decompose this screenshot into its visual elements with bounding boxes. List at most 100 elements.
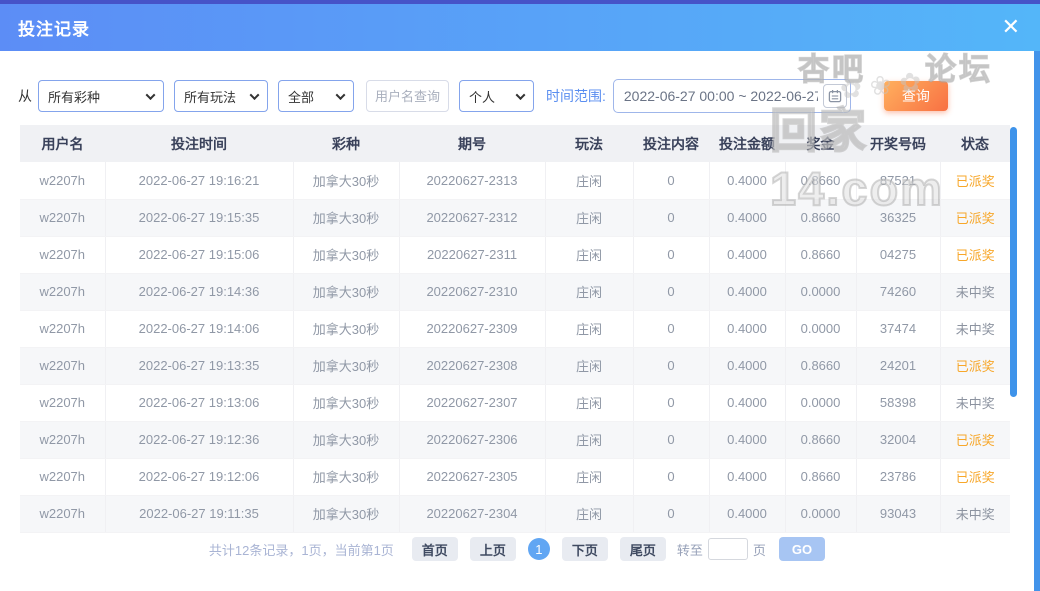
table-header-row: 用户名投注时间彩种期号玩法投注内容投注金额奖金开奖号码状态	[20, 125, 1010, 162]
cell-username: w2207h	[20, 162, 105, 199]
table-scrollbar-thumb[interactable]	[1010, 127, 1017, 397]
close-icon[interactable]: ✕	[1002, 14, 1020, 40]
cell-status: 已派奖	[940, 458, 1010, 495]
cell-amount: 0.4000	[709, 273, 785, 310]
page-right-strip	[1034, 51, 1040, 591]
cell-play: 庄闲	[545, 310, 633, 347]
from-label: 从	[18, 86, 32, 106]
cell-prize: 0.8660	[785, 458, 856, 495]
cell-content: 0	[633, 347, 709, 384]
time-range-label: 时间范围:	[546, 86, 606, 106]
cell-status: 已派奖	[940, 199, 1010, 236]
lottery-type-select[interactable]: 所有彩种	[38, 80, 164, 112]
play-type-value: 所有玩法	[184, 87, 236, 106]
first-page-button[interactable]: 首页	[412, 537, 458, 561]
column-header-3: 期号	[399, 125, 545, 162]
cell-prize: 0.0000	[785, 384, 856, 421]
cell-period: 20220627-2306	[399, 421, 545, 458]
cell-username: w2207h	[20, 273, 105, 310]
lottery-type-value: 所有彩种	[48, 87, 100, 106]
page-unit-label: 页	[753, 540, 766, 559]
status-filter-value: 全部	[288, 87, 314, 106]
cell-draw: 36325	[856, 199, 940, 236]
cell-content: 0	[633, 458, 709, 495]
cell-status: 已派奖	[940, 347, 1010, 384]
cell-time: 2022-06-27 19:15:35	[105, 199, 293, 236]
filter-bar: 从 所有彩种 所有玩法 全部 个人 时间范围:	[0, 80, 1040, 112]
cell-period: 20220627-2307	[399, 384, 545, 421]
cell-play: 庄闲	[545, 273, 633, 310]
cell-amount: 0.4000	[709, 458, 785, 495]
cell-lottery: 加拿大30秒	[293, 162, 399, 199]
pagination-summary: 共计12条记录，1页，当前第1页	[209, 540, 394, 559]
cell-amount: 0.4000	[709, 495, 785, 532]
cell-draw: 32004	[856, 421, 940, 458]
cell-play: 庄闲	[545, 384, 633, 421]
table-row: w2207h2022-06-27 19:14:36加拿大30秒20220627-…	[20, 273, 1010, 310]
cell-content: 0	[633, 236, 709, 273]
cell-amount: 0.4000	[709, 421, 785, 458]
column-header-1: 投注时间	[105, 125, 293, 162]
query-button[interactable]: 查询	[884, 81, 948, 111]
cell-amount: 0.4000	[709, 347, 785, 384]
cell-prize: 0.0000	[785, 495, 856, 532]
cell-period: 20220627-2313	[399, 162, 545, 199]
cell-status: 已派奖	[940, 421, 1010, 458]
cell-draw: 58398	[856, 384, 940, 421]
cell-play: 庄闲	[545, 162, 633, 199]
column-header-4: 玩法	[545, 125, 633, 162]
cell-time: 2022-06-27 19:13:06	[105, 384, 293, 421]
status-filter-select[interactable]: 全部	[278, 80, 354, 112]
cell-prize: 0.0000	[785, 273, 856, 310]
goto-page-input[interactable]	[708, 538, 748, 560]
cell-time: 2022-06-27 19:13:35	[105, 347, 293, 384]
table-row: w2207h2022-06-27 19:14:06加拿大30秒20220627-…	[20, 310, 1010, 347]
cell-draw: 87521	[856, 162, 940, 199]
cell-prize: 0.8660	[785, 236, 856, 273]
cell-draw: 04275	[856, 236, 940, 273]
cell-prize: 0.8660	[785, 421, 856, 458]
cell-username: w2207h	[20, 421, 105, 458]
date-range-input[interactable]	[613, 79, 851, 113]
column-header-6: 投注金额	[709, 125, 785, 162]
next-page-button[interactable]: 下页	[562, 537, 608, 561]
cell-status: 已派奖	[940, 162, 1010, 199]
cell-amount: 0.4000	[709, 236, 785, 273]
date-range-field	[613, 79, 851, 113]
cell-lottery: 加拿大30秒	[293, 421, 399, 458]
chevron-down-icon	[146, 90, 156, 100]
column-header-7: 奖金	[785, 125, 856, 162]
table-row: w2207h2022-06-27 19:13:35加拿大30秒20220627-…	[20, 347, 1010, 384]
cell-period: 20220627-2311	[399, 236, 545, 273]
scope-select[interactable]: 个人	[459, 80, 534, 112]
cell-play: 庄闲	[545, 199, 633, 236]
cell-content: 0	[633, 273, 709, 310]
go-button[interactable]: GO	[779, 537, 825, 561]
cell-status: 未中奖	[940, 384, 1010, 421]
column-header-8: 开奖号码	[856, 125, 940, 162]
prev-page-button[interactable]: 上页	[470, 537, 516, 561]
play-type-select[interactable]: 所有玩法	[174, 80, 268, 112]
cell-play: 庄闲	[545, 347, 633, 384]
cell-period: 20220627-2310	[399, 273, 545, 310]
cell-lottery: 加拿大30秒	[293, 347, 399, 384]
cell-username: w2207h	[20, 236, 105, 273]
cell-content: 0	[633, 421, 709, 458]
last-page-button[interactable]: 尾页	[620, 537, 666, 561]
column-header-0: 用户名	[20, 125, 105, 162]
cell-lottery: 加拿大30秒	[293, 384, 399, 421]
table-row: w2207h2022-06-27 19:12:36加拿大30秒20220627-…	[20, 421, 1010, 458]
cell-prize: 0.8660	[785, 347, 856, 384]
calendar-icon[interactable]	[823, 84, 847, 108]
cell-username: w2207h	[20, 458, 105, 495]
current-page-button[interactable]: 1	[528, 538, 550, 560]
modal-title: 投注记录	[18, 15, 90, 40]
username-search-input[interactable]	[366, 80, 449, 112]
betting-records-modal: 投注记录 ✕ 从 所有彩种 所有玩法 全部 个人 时间范围:	[0, 0, 1040, 591]
cell-draw: 74260	[856, 273, 940, 310]
table-row: w2207h2022-06-27 19:16:21加拿大30秒20220627-…	[20, 162, 1010, 199]
table-row: w2207h2022-06-27 19:15:06加拿大30秒20220627-…	[20, 236, 1010, 273]
goto-label: 转至	[677, 540, 703, 559]
cell-status: 已派奖	[940, 236, 1010, 273]
cell-content: 0	[633, 162, 709, 199]
